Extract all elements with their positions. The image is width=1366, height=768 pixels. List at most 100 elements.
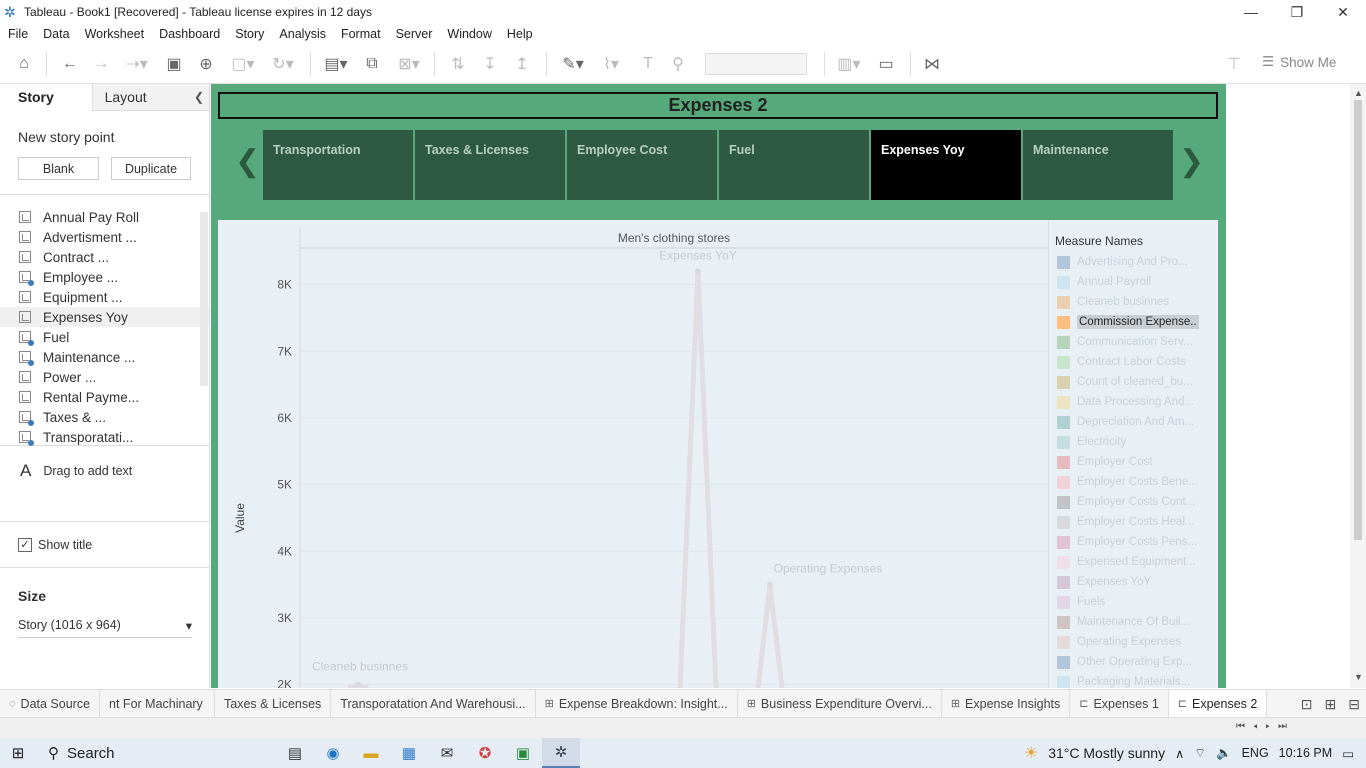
legend-item[interactable]: Data Processing And... (1057, 392, 1194, 412)
minimize-button[interactable]: — (1228, 0, 1274, 24)
size-dropdown[interactable]: Story (1016 x 964) ▾ (18, 618, 192, 638)
scroll-down-icon[interactable]: ▼ (1354, 672, 1363, 682)
legend-item[interactable]: Depreciation And Am... (1057, 412, 1194, 432)
replay-icon[interactable]: ⇢▾ (120, 54, 154, 74)
story-point-active[interactable]: Expenses Yoy (871, 130, 1021, 200)
mail-icon[interactable]: ✉ (428, 738, 466, 768)
new-worksheet-icon[interactable]: ▤▾ (318, 54, 354, 74)
tab-dashboard[interactable]: ⊞ Expense Breakdown: Insight... (536, 689, 738, 718)
swap-icon[interactable]: ⇅ (446, 54, 470, 74)
vertical-scrollbar[interactable]: ▲ ▼ (1350, 84, 1366, 688)
story-point[interactable]: Taxes & Licenses (415, 130, 565, 200)
tab-dashboard[interactable]: ⊞ Business Expenditure Overvi... (738, 689, 942, 718)
edge-icon[interactable]: ◉ (314, 738, 352, 768)
clock[interactable]: 10:16 PM (1279, 746, 1333, 760)
sheet-item[interactable]: Fuel (0, 327, 209, 347)
sheet-item[interactable]: Employee ... (0, 267, 209, 287)
notifications-icon[interactable]: ▭ (1342, 746, 1354, 761)
menu-analysis[interactable]: Analysis (279, 27, 326, 41)
file-explorer-icon[interactable]: ▬ (352, 738, 390, 768)
legend-item[interactable]: Communication Serv... (1057, 332, 1192, 352)
menu-data[interactable]: Data (43, 27, 69, 41)
next-point-icon[interactable]: ❯ (1179, 144, 1204, 179)
sheet-list-scrollbar[interactable] (200, 212, 208, 386)
menu-server[interactable]: Server (396, 27, 433, 41)
language-indicator[interactable]: ENG (1242, 746, 1269, 760)
menu-format[interactable]: Format (341, 27, 381, 41)
legend-item[interactable]: Maintenance Of Buil... (1057, 612, 1190, 632)
drag-text-object[interactable]: A Drag to add text (0, 445, 209, 521)
labels-icon[interactable]: T (636, 54, 660, 74)
sheet-item[interactable]: Equipment ... (0, 287, 209, 307)
legend-item[interactable]: Expenses YoY (1057, 572, 1151, 592)
menu-dashboard[interactable]: Dashboard (159, 27, 220, 41)
sheet-item[interactable]: Rental Payme... (0, 387, 209, 407)
legend-item[interactable]: Other Operating Exp... (1057, 652, 1192, 672)
new-data-source-icon[interactable]: ⊕ (194, 54, 218, 74)
sheet-item[interactable]: Expenses Yoy (0, 307, 209, 327)
highlight-icon[interactable]: ✎▾ (556, 54, 590, 74)
sheet-item[interactable]: Transporatati... (0, 427, 209, 447)
tableau-taskbar-icon[interactable]: ✲ (542, 738, 580, 768)
collapse-pane-icon[interactable]: ❮ (194, 90, 204, 104)
tab-story-active[interactable]: ⊏ Expenses 2 (1168, 689, 1268, 718)
legend-item[interactable]: Expensed Equipment... (1057, 552, 1196, 572)
new-dashboard-tab-icon[interactable]: ⊞ (1325, 696, 1337, 713)
show-title-checkbox[interactable]: ✓ (18, 537, 32, 552)
fit-dropdown[interactable] (705, 53, 807, 75)
story-title[interactable]: Expenses 2 (218, 92, 1218, 119)
restore-button[interactable]: ❐ (1274, 0, 1320, 24)
sheet-item[interactable]: Maintenance ... (0, 347, 209, 367)
new-worksheet-tab-icon[interactable]: ⊡ (1301, 696, 1313, 713)
weather-label[interactable]: 31°C Mostly sunny (1048, 745, 1165, 761)
clear-sheet-icon[interactable]: ⊠▾ (392, 54, 426, 74)
tab-story[interactable]: ⊏ Expenses 1 (1070, 689, 1169, 718)
blank-button[interactable]: Blank (18, 157, 99, 180)
format-painter-icon[interactable]: ⊤ (1222, 54, 1246, 74)
legend-item[interactable]: Employer Costs Pens... (1057, 532, 1197, 552)
sheet-item[interactable]: Annual Pay Roll (0, 207, 209, 227)
sort-descending-icon[interactable]: ↥ (510, 54, 534, 74)
legend-item[interactable]: Electricity (1057, 432, 1126, 452)
show-me-button[interactable]: ☰ Show Me (1262, 54, 1336, 70)
menu-worksheet[interactable]: Worksheet (85, 27, 145, 41)
sheet-navigation-icon[interactable]: ⏮◂▸⏭ (1236, 721, 1295, 732)
tab-dashboard[interactable]: ⊞ Expense Insights (942, 689, 1071, 718)
pin-icon[interactable]: ⚲ (666, 54, 690, 74)
scroll-up-icon[interactable]: ▲ (1354, 88, 1363, 98)
sheet-item[interactable]: Taxes & ... (0, 407, 209, 427)
legend-item[interactable]: Employer Cost (1057, 452, 1152, 472)
pause-updates-icon[interactable]: ▢▾ (226, 54, 260, 74)
story-point[interactable]: Transportation (263, 130, 413, 200)
legend-item[interactable]: Commission Expense.. (1057, 312, 1199, 332)
scrollbar-thumb[interactable] (1354, 100, 1362, 540)
legend-item[interactable]: Packaging Materials... (1057, 672, 1190, 688)
windows-start-icon[interactable]: ⊞ (0, 738, 36, 768)
story-point[interactable]: Employee Cost (567, 130, 717, 200)
legend-item[interactable]: Employer Costs Cont... (1057, 492, 1195, 512)
home-icon[interactable]: ⌂ (12, 54, 36, 74)
sheet-item[interactable]: Power ... (0, 367, 209, 387)
fit-icon[interactable]: ▥▾ (832, 54, 866, 74)
menu-file[interactable]: File (8, 27, 28, 41)
tab-sheet[interactable]: Transporatation And Warehousi... (331, 689, 536, 718)
undo-icon[interactable]: ← (58, 54, 82, 74)
new-story-tab-icon[interactable]: ⊟ (1348, 696, 1360, 713)
story-point[interactable]: Fuel (719, 130, 869, 200)
store-icon[interactable]: ▦ (390, 738, 428, 768)
tab-story[interactable]: Story (0, 84, 92, 111)
legend-item[interactable]: Advertising And Pro... (1057, 252, 1188, 272)
menu-story[interactable]: Story (235, 27, 264, 41)
legend-item[interactable]: Count of cleaned_bu... (1057, 372, 1193, 392)
menu-help[interactable]: Help (507, 27, 533, 41)
speaker-icon[interactable]: 🔈 (1216, 746, 1232, 761)
tab-layout[interactable]: Layout (91, 84, 209, 111)
legend-item[interactable]: Operating Expenses (1057, 632, 1181, 652)
group-icon[interactable]: ⌇▾ (594, 54, 628, 74)
network-icon[interactable]: ⌔ (1194, 745, 1206, 761)
legend-item[interactable]: Cleaneb businnes (1057, 292, 1169, 312)
chart-area[interactable]: Men's clothing stores 2K 3K 4K 5K 6K 7K 8K Value… (218, 220, 1050, 688)
legend-item[interactable]: Annual Payroll (1057, 272, 1151, 292)
redo-icon[interactable]: → (89, 54, 113, 74)
chevron-up-icon[interactable]: ∧ (1175, 746, 1184, 761)
